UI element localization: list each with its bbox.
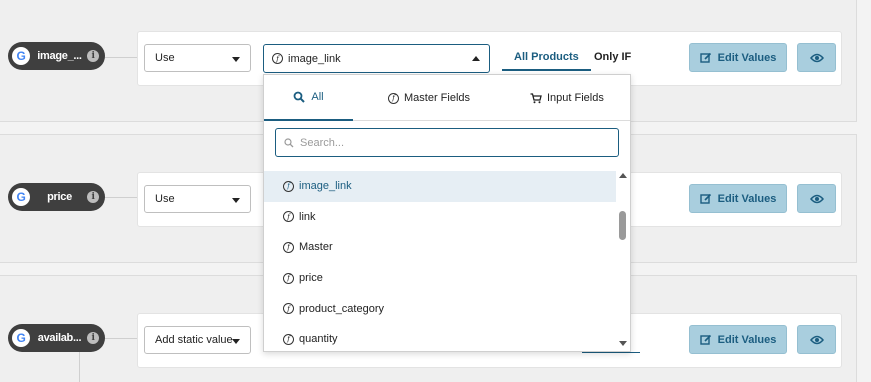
tab-all-label: All — [311, 91, 324, 103]
preview-button[interactable] — [797, 43, 836, 72]
info-icon[interactable]: i — [87, 50, 99, 62]
google-icon: G — [12, 188, 30, 206]
function-icon: f — [272, 53, 283, 64]
list-item[interactable]: f product_category — [264, 293, 616, 324]
chevron-down-icon — [232, 198, 240, 203]
field-pill-label: price — [47, 191, 72, 203]
list-item[interactable]: f quantity — [264, 324, 616, 351]
edit-icon — [699, 334, 711, 345]
action-select-value: Use — [155, 52, 175, 64]
action-select-value: Add static value — [155, 334, 233, 346]
list-item[interactable]: f image_link — [264, 171, 616, 202]
preview-button[interactable] — [797, 184, 836, 213]
field-dropdown-panel: All f Master Fields Input Fields f image… — [263, 74, 631, 352]
info-icon[interactable]: i — [87, 191, 99, 203]
edit-values-button[interactable]: Edit Values — [689, 325, 787, 354]
tab-all-products[interactable]: All Products — [502, 51, 591, 71]
list-scrollbar[interactable] — [616, 171, 630, 346]
list-item[interactable]: f Master — [264, 232, 616, 263]
function-icon: f — [283, 333, 294, 345]
dropdown-tabs: All f Master Fields Input Fields — [264, 75, 630, 121]
eye-icon — [809, 53, 824, 62]
field-list: f image_link f link f Master f price f p… — [264, 171, 616, 351]
tab-master-fields[interactable]: f Master Fields — [388, 75, 470, 121]
edit-values-button[interactable]: Edit Values — [689, 184, 787, 213]
field-pill-image[interactable]: G image_... i — [8, 42, 105, 70]
edit-values-label: Edit Values — [717, 333, 777, 346]
field-select-value: image_link — [288, 52, 341, 65]
tab-underline — [582, 352, 640, 353]
edit-icon — [699, 52, 711, 63]
chevron-down-icon — [232, 57, 240, 62]
function-icon: f — [283, 272, 294, 284]
action-select[interactable]: Use — [144, 44, 251, 72]
google-icon: G — [12, 329, 30, 347]
list-item-label: price — [299, 272, 323, 285]
search-icon — [293, 91, 306, 103]
tab-input-fields-label: Input Fields — [547, 92, 604, 104]
tab-only-if[interactable]: Only IF — [594, 51, 631, 63]
tree-connector-line — [79, 352, 80, 382]
cart-icon — [530, 92, 542, 103]
tab-master-fields-label: Master Fields — [404, 92, 471, 104]
function-icon: f — [283, 241, 294, 253]
search-input[interactable] — [300, 136, 600, 149]
tab-all[interactable]: All — [264, 75, 353, 121]
list-item-label: quantity — [299, 333, 338, 346]
field-pill-label: image_... — [37, 50, 82, 62]
action-select[interactable]: Use — [144, 185, 251, 213]
function-icon: f — [283, 303, 294, 315]
scroll-down-arrow-icon[interactable] — [619, 341, 627, 346]
field-select[interactable]: f image_link — [263, 44, 490, 73]
list-item-label: image_link — [299, 180, 352, 193]
google-icon: G — [12, 47, 30, 65]
edit-values-button[interactable]: Edit Values — [689, 43, 787, 72]
function-icon: f — [283, 180, 294, 192]
list-item-label: Master — [299, 241, 333, 254]
eye-icon — [809, 194, 824, 203]
scrollbar-thumb[interactable] — [619, 211, 626, 240]
list-item[interactable]: f price — [264, 263, 616, 294]
field-pill-availability[interactable]: G availab... i — [8, 324, 105, 352]
scroll-up-arrow-icon[interactable] — [619, 173, 627, 178]
search-box[interactable] — [275, 128, 619, 157]
chevron-down-icon — [232, 339, 240, 344]
function-icon: f — [283, 211, 294, 223]
edit-icon — [699, 193, 711, 204]
action-select-value: Use — [155, 193, 175, 205]
preview-button[interactable] — [797, 325, 836, 354]
list-item-label: link — [299, 210, 316, 223]
field-pill-price[interactable]: G price i — [8, 183, 105, 211]
row-connector — [104, 197, 137, 198]
search-icon — [284, 137, 294, 147]
list-item-label: product_category — [299, 302, 384, 315]
tab-input-fields[interactable]: Input Fields — [530, 75, 604, 121]
info-icon[interactable]: i — [87, 332, 99, 344]
row-connector — [104, 57, 137, 58]
chevron-up-icon — [472, 56, 480, 61]
row-connector — [104, 338, 137, 339]
list-item[interactable]: f link — [264, 202, 616, 233]
action-select[interactable]: Add static value — [144, 326, 251, 354]
field-pill-label: availab... — [37, 332, 82, 344]
edit-values-label: Edit Values — [717, 51, 777, 64]
eye-icon — [809, 335, 824, 344]
edit-values-label: Edit Values — [717, 192, 777, 205]
function-icon: f — [388, 92, 399, 104]
